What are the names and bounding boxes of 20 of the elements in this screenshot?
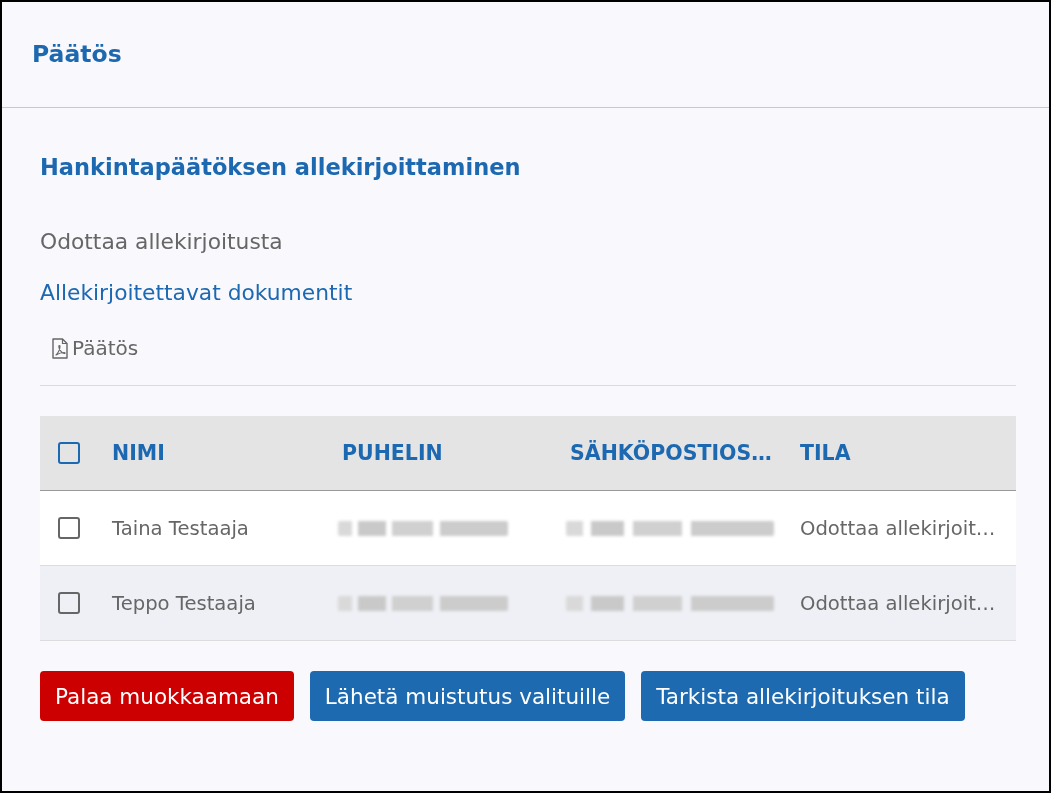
checkbox[interactable] [58,442,80,464]
section-title: Hankintapäätöksen allekirjoittaminen [40,153,521,182]
column-header[interactable]: TILA [800,441,851,465]
action-button[interactable]: Tarkista allekirjoituksen tila [641,671,965,721]
signer-name: Teppo Testaaja [112,591,256,615]
document-link[interactable]: Päätös [52,335,139,361]
action-button[interactable]: Lähetä muistutus valituille [309,671,626,721]
status-text: Odottaa allekirjoitusta [40,228,283,256]
panel-title: Päätös [32,39,122,68]
signature-status: Odottaa allekirjoit… [800,591,996,615]
checkbox[interactable] [58,592,80,614]
documents-heading: Allekirjoitettavat dokumentit [40,279,353,307]
column-header[interactable]: SÄHKÖPOSTIOS… [570,441,772,465]
return-to-edit-button[interactable]: Palaa muokkaamaan [40,671,294,721]
checkbox[interactable] [58,517,80,539]
signature-status: Odottaa allekirjoit… [800,516,996,540]
pdf-file-icon [52,337,68,359]
signer-name: Taina Testaaja [112,516,249,540]
column-header[interactable]: NIMI [112,441,165,465]
column-header[interactable]: PUHELIN [342,441,443,465]
